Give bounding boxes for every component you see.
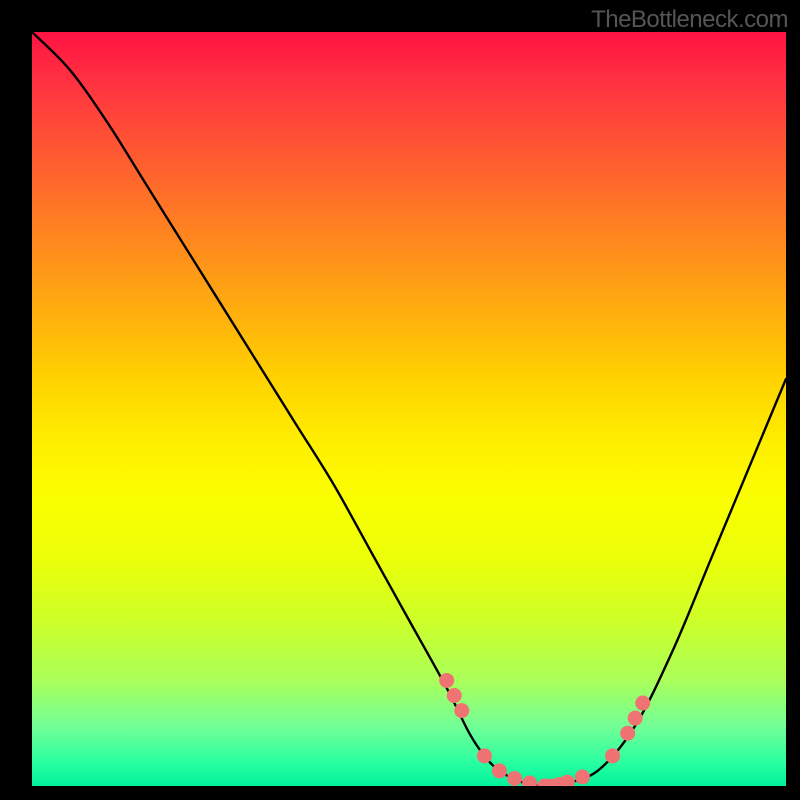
highlight-dot xyxy=(635,696,650,711)
highlight-dot xyxy=(605,748,620,763)
highlight-dot xyxy=(454,703,469,718)
highlight-dot xyxy=(522,775,537,786)
highlight-dot xyxy=(439,673,454,688)
highlight-dot xyxy=(628,711,643,726)
bottleneck-curve-path xyxy=(32,32,786,786)
curve-svg xyxy=(32,32,786,786)
highlight-dot xyxy=(575,769,590,784)
highlight-dot xyxy=(492,763,507,778)
highlight-dot xyxy=(620,726,635,741)
highlight-dot xyxy=(477,748,492,763)
watermark-text: TheBottleneck.com xyxy=(591,6,788,34)
highlight-dots-group xyxy=(439,673,650,786)
highlight-dot xyxy=(560,775,575,786)
highlight-dot xyxy=(507,771,522,786)
highlight-dot xyxy=(447,688,462,703)
chart-plot-area xyxy=(32,32,786,786)
